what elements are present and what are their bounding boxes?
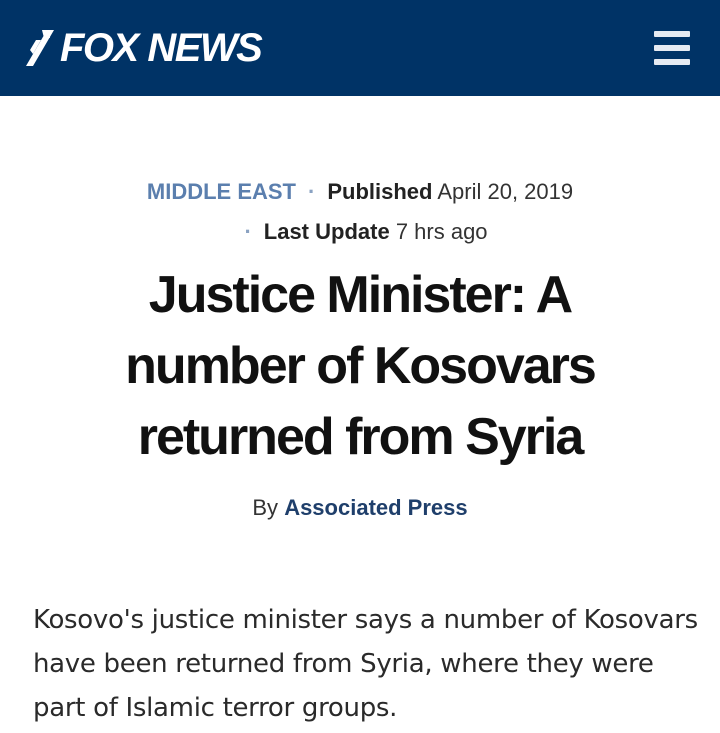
published-date: April 20, 2019 bbox=[437, 179, 574, 204]
last-update-label: Last Update bbox=[263, 219, 390, 244]
menu-bar bbox=[654, 45, 690, 51]
fox-logo-mark-icon bbox=[26, 30, 54, 66]
fox-news-logo[interactable]: FOX NEWS bbox=[24, 24, 263, 72]
published-label: Published bbox=[327, 179, 433, 204]
article-headline: Justice Minister: A number of Kosovars r… bbox=[125, 266, 597, 466]
hamburger-menu-icon[interactable] bbox=[654, 30, 690, 66]
article-meta-secondary: · Last Update 7 hrs ago bbox=[0, 216, 720, 248]
menu-bar bbox=[654, 31, 690, 37]
site-header: FOX NEWS bbox=[0, 0, 720, 96]
author-link[interactable]: Associated Press bbox=[284, 495, 467, 520]
byline: By Associated Press bbox=[0, 492, 720, 524]
logo-text: FOX NEWS bbox=[60, 26, 263, 70]
article-meta-primary: MIDDLE EAST · Published April 20, 2019 bbox=[0, 176, 720, 208]
menu-bar bbox=[654, 59, 690, 65]
last-update-value: 7 hrs ago bbox=[395, 219, 488, 244]
article-body-paragraph: Kosovo's justice minister says a number … bbox=[33, 605, 698, 723]
meta-separator: · bbox=[244, 219, 252, 244]
byline-prefix: By bbox=[252, 495, 279, 520]
meta-separator: · bbox=[308, 179, 316, 204]
category-link[interactable]: MIDDLE EAST bbox=[147, 179, 296, 204]
